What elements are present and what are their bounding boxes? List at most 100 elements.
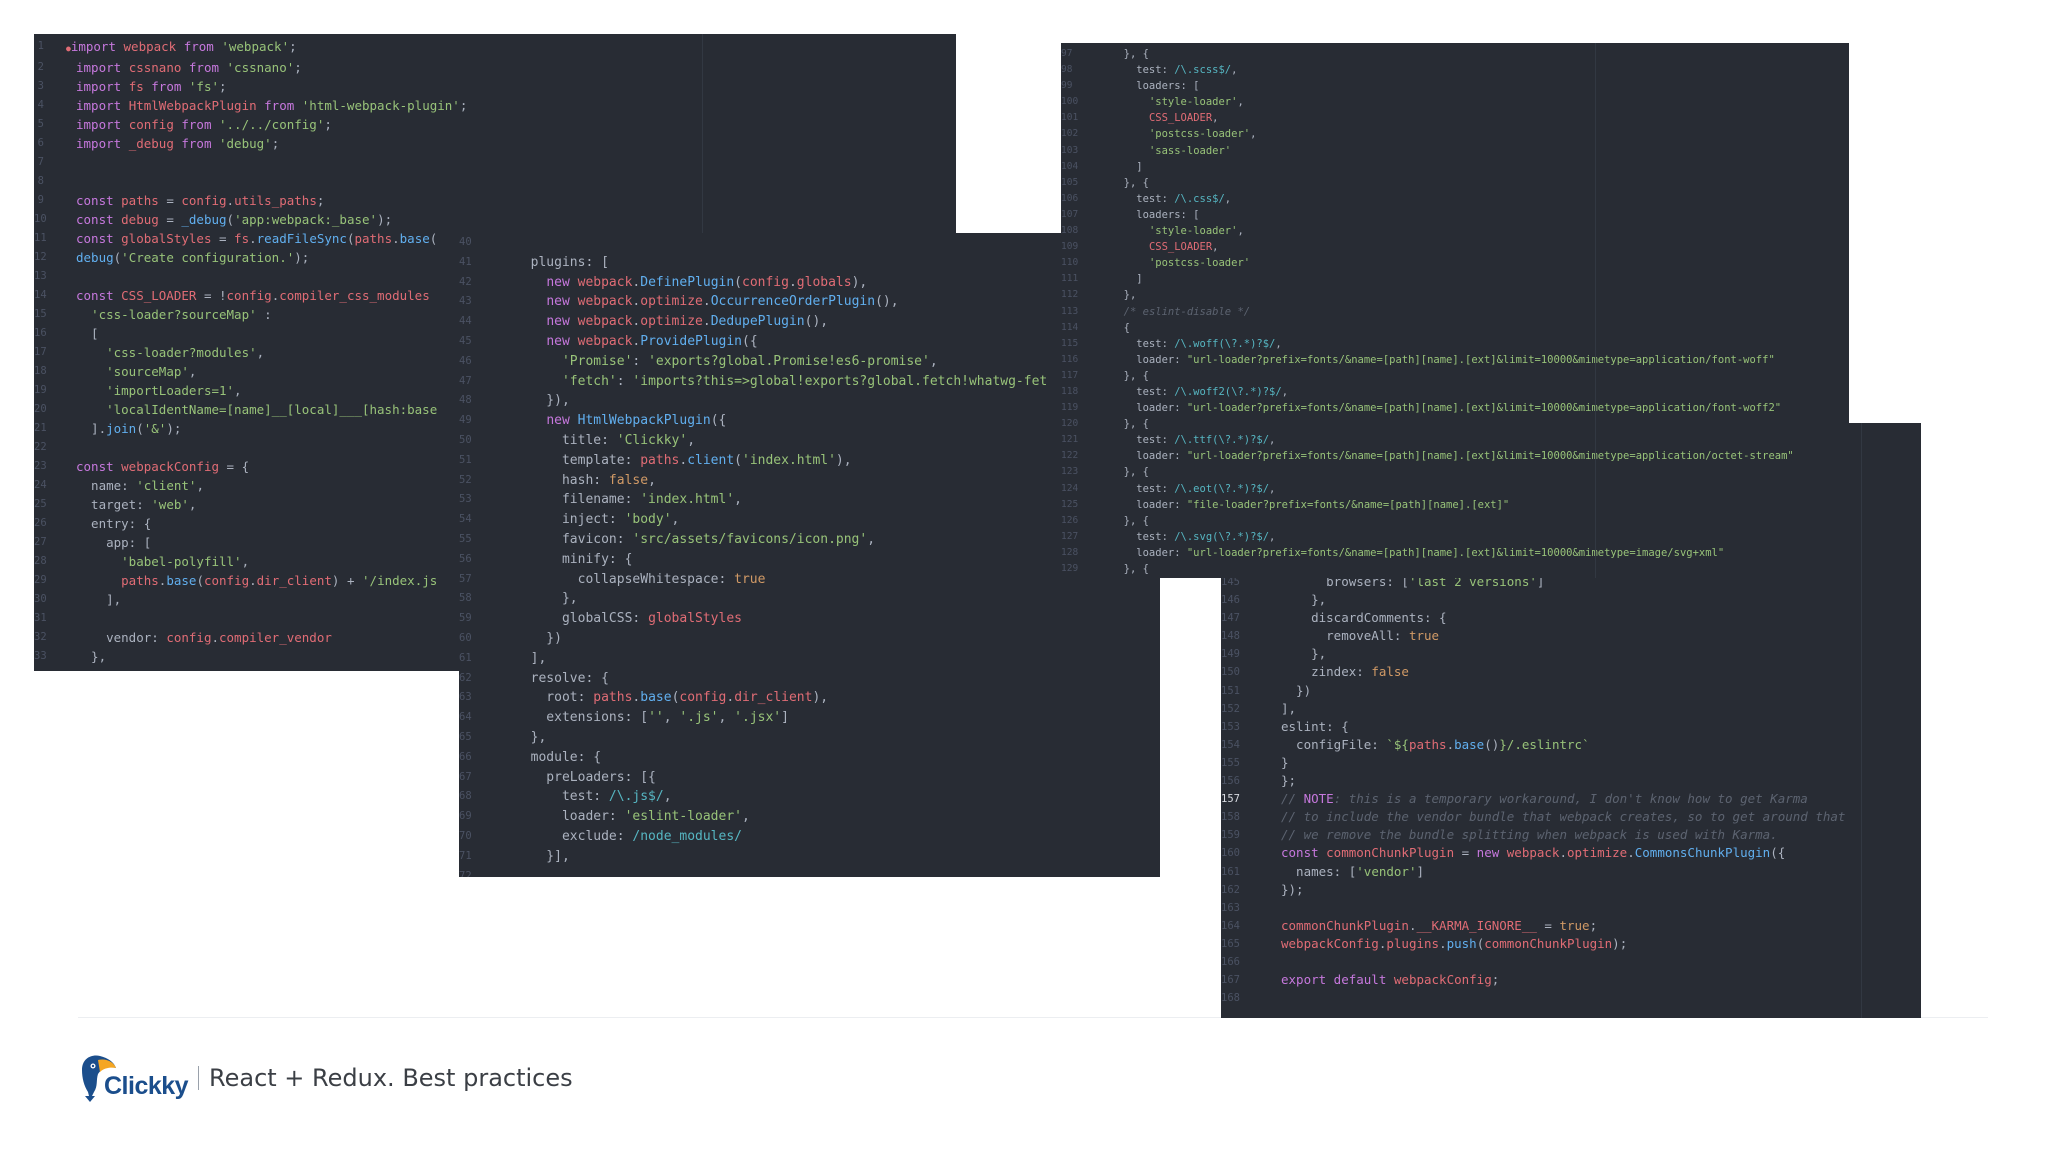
line-number: 65 (459, 730, 472, 743)
code-token: , (1224, 192, 1232, 205)
line-number: 148 (1221, 630, 1240, 643)
code-token: ] (781, 710, 789, 726)
code-text: ], (1249, 700, 1921, 718)
code-text: import _debug from 'debug'; (64, 134, 956, 153)
code-token: }; (1281, 773, 1297, 789)
code-token: ); (1612, 935, 1628, 951)
line-number: 168 (1221, 992, 1240, 1005)
code-token: title: (515, 432, 617, 448)
code-token: dir_client (256, 573, 332, 588)
code-token: const (1281, 845, 1327, 861)
code-token: base (1454, 736, 1485, 752)
code-token: , (1275, 337, 1282, 350)
code-token: ; (316, 193, 325, 208)
code-token: join (106, 421, 137, 436)
code-token: /\.js$/ (608, 789, 664, 805)
code-token: , (188, 364, 197, 379)
code-line: 115 test: /\.woff(\?.*)?$/, (1061, 336, 1849, 352)
code-line: 71 }], (459, 847, 1160, 867)
code-token: // we remove the bundle splitting when w… (1281, 827, 1778, 843)
code-text: loader: "url-loader?prefix=fonts/&name=[… (1085, 352, 1849, 368)
code-token: DefinePlugin (640, 274, 735, 290)
line-number: 22 (34, 441, 47, 453)
code-token: preLoaders: [{ (515, 769, 656, 785)
code-token: debug (76, 250, 114, 265)
code-token: ] (1111, 160, 1143, 173)
line-number: 146 (1221, 594, 1240, 607)
code-token: ( (226, 212, 235, 227)
code-line: 103 'sass-loader' (1061, 143, 1849, 159)
code-token: app: [ (76, 535, 152, 550)
code-token: loader: (1111, 450, 1187, 463)
code-line: 2 import cssnano from 'cssnano'; (34, 58, 956, 77)
line-number: 152 (1221, 702, 1240, 715)
code-token: }, (1111, 289, 1137, 302)
code-token: = (158, 193, 182, 208)
line-number: 109 (1061, 241, 1079, 253)
code-token: , (1212, 241, 1219, 254)
code-line: 60 }) (459, 629, 1160, 649)
code-line: 68 test: /\.js$/, (459, 787, 1160, 807)
code-token: /\.woff2(\?.*)?$/ (1174, 385, 1282, 398)
line-number: 68 (459, 790, 472, 803)
code-token: /\.svg(\?.*)?$/ (1174, 530, 1270, 543)
line-number: 155 (1221, 756, 1240, 769)
code-token: [ (76, 326, 99, 341)
code-token: commonChunkPlugin (1484, 935, 1613, 951)
code-token: ], (1281, 700, 1297, 716)
code-token: config (181, 193, 227, 208)
code-token: 'client' (136, 478, 197, 493)
code-token: minify: { (515, 551, 633, 567)
code-token: cssnano (128, 60, 182, 75)
line-number: 27 (34, 536, 47, 548)
code-token: CSS_LOADER (1148, 112, 1213, 125)
code-token: 'body' (624, 512, 672, 528)
code-line: 50 title: 'Clickky', (459, 431, 1160, 451)
line-number: 23 (34, 460, 47, 472)
code-token: ], (515, 650, 547, 666)
code-token: globalStyles (648, 611, 742, 627)
code-text: }, { (1085, 368, 1849, 384)
code-token: 'fetch' (561, 373, 617, 389)
code-token: /node_modules/ (632, 828, 742, 844)
code-token: import (70, 39, 124, 54)
code-token: _debug (128, 136, 174, 151)
code-line: 107 loaders: [ (1061, 207, 1849, 223)
code-token: 'src/assets/favicons/icon.png' (632, 531, 868, 547)
code-token: ] (1416, 863, 1425, 879)
code-line: 8 (34, 172, 956, 191)
code-line: 109 CSS_LOADER, (1061, 239, 1849, 255)
line-number: 151 (1221, 684, 1240, 697)
code-token: debug (121, 212, 159, 227)
line-number: 46 (459, 354, 472, 367)
code-line: 127 test: /\.svg(\?.*)?$/, (1061, 529, 1849, 545)
code-line: 101 CSS_LOADER, (1061, 110, 1849, 126)
code-token: from (256, 98, 302, 113)
code-line: 9 const paths = config.utils_paths; (34, 191, 956, 210)
code-token: commonChunkPlugin (1326, 845, 1455, 861)
code-token: , (671, 512, 680, 528)
code-token: 'importLoaders=1' (106, 383, 235, 398)
line-number: 55 (459, 532, 472, 545)
code-token: }), (515, 393, 570, 409)
code-token: , (1269, 482, 1276, 495)
code-text: }, (1085, 287, 1849, 303)
code-line: 64 extensions: ['', '.js', '.jsx'] (459, 708, 1160, 728)
code-line: 57 collapseWhitespace: true (459, 570, 1160, 590)
code-token: }); (1281, 881, 1304, 897)
code-line: 128 loader: "url-loader?prefix=fonts/&na… (1061, 545, 1849, 561)
code-line: 113 /* eslint-disable */ (1061, 304, 1849, 320)
code-token: ; (324, 117, 332, 132)
code-token: ({ (742, 333, 758, 349)
code-line: 148 removeAll: true (1221, 627, 1921, 645)
code-line: 151 }) (1221, 682, 1921, 700)
code-token: // to include the vendor bundle that web… (1281, 809, 1846, 825)
code-token: loader: (1111, 402, 1187, 415)
code-text: test: /\.scss$/, (1085, 62, 1849, 78)
code-token: loader: (1111, 353, 1187, 366)
